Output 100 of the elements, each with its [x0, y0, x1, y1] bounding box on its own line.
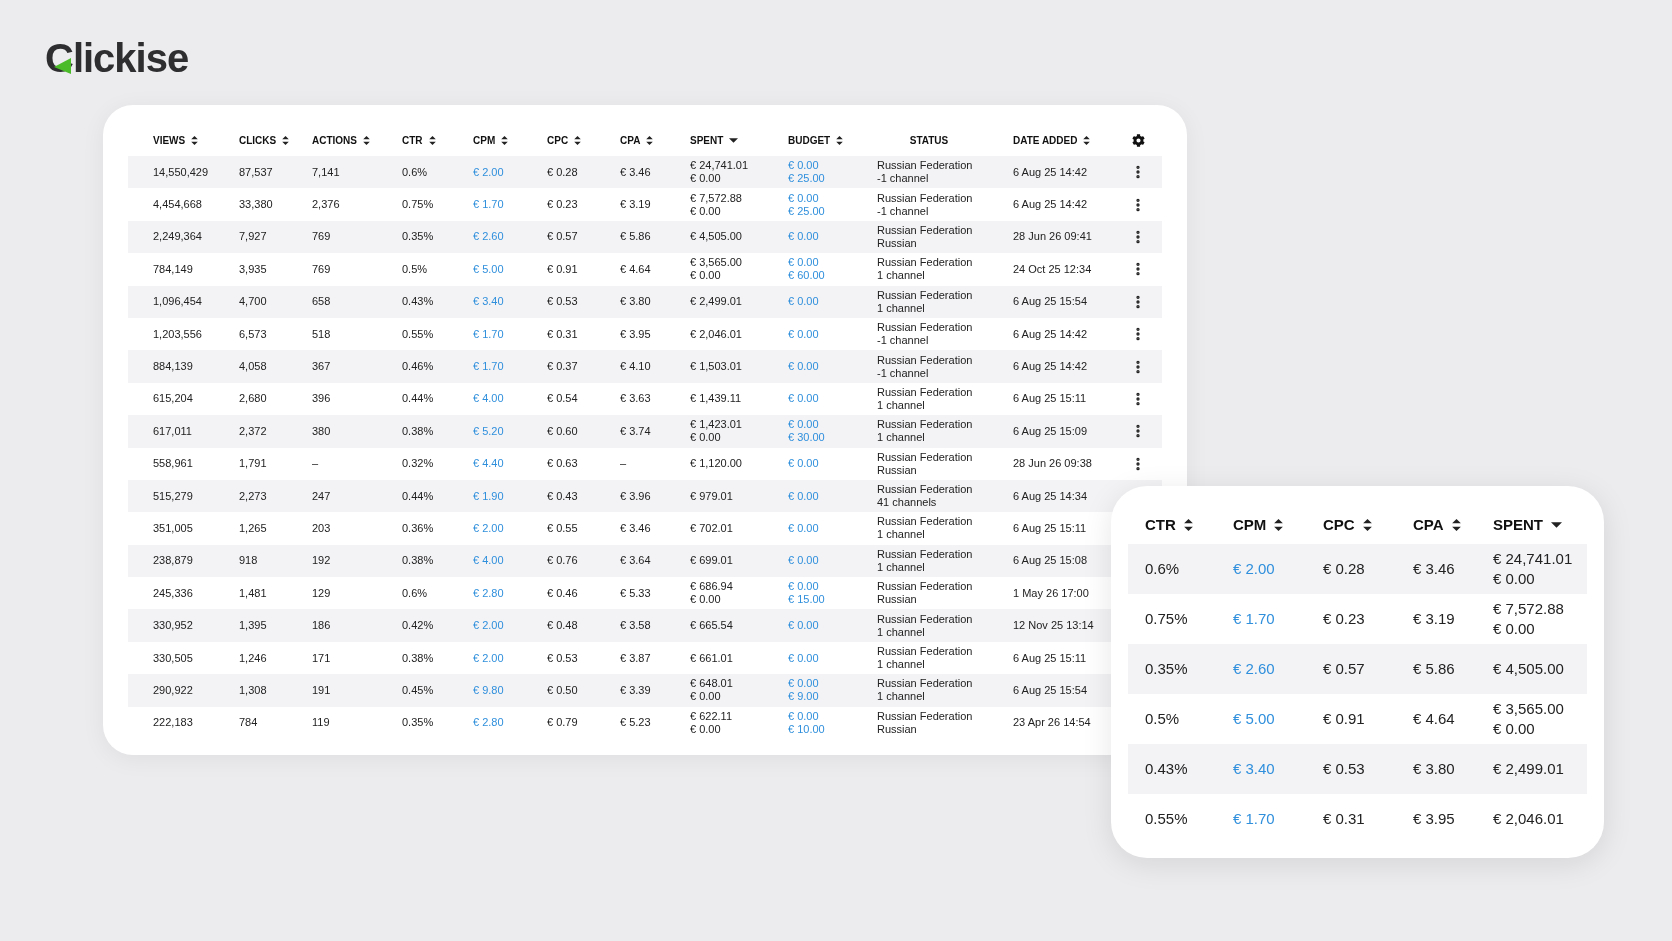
cell-text: € 2.60: [473, 230, 505, 244]
column-header[interactable]: CLICKS: [239, 133, 290, 148]
cell-text: 518: [312, 327, 332, 341]
column-header[interactable]: STATUS: [909, 133, 949, 148]
cell-text: € 1.90: [473, 489, 505, 503]
column-header[interactable]: DATE ADDED: [1013, 133, 1091, 148]
cell-text: -1 channel: [877, 334, 930, 348]
column-header[interactable]: VIEWS: [153, 133, 199, 148]
cell-text: 6 Aug 25 14:42: [1013, 360, 1088, 374]
cell-text: € 0.00: [788, 327, 820, 341]
column-header[interactable]: CPC: [547, 133, 582, 148]
cell-text: € 661.01: [690, 651, 734, 665]
cell-text: € 9.80: [473, 683, 505, 697]
cell-text: Russian Federation: [877, 288, 974, 302]
cell-text: € 7,572.88: [690, 191, 743, 205]
cell-text: € 0.00: [788, 295, 820, 309]
cell-text: € 1.70: [1233, 609, 1276, 629]
cell-text: 1,203,556: [153, 327, 203, 341]
column-header[interactable]: CTR: [402, 133, 436, 148]
cell-text: € 24,741.01: [1493, 549, 1574, 569]
cell-text: € 648.01: [690, 677, 734, 691]
cell-text: 658: [312, 295, 332, 309]
cell-text: 884,139: [153, 360, 194, 374]
cell-text: € 3.87: [620, 651, 652, 665]
column-header[interactable]: BUDGET: [788, 133, 844, 148]
cell-text: -1 channel: [877, 204, 930, 218]
cell-text: Russian Federation: [877, 612, 974, 626]
cell-text: 617,011: [153, 424, 193, 438]
cell-text: 4,454,668: [153, 198, 203, 212]
cell-text: -1 channel: [877, 172, 930, 186]
cell-text: 1,246: [239, 651, 268, 665]
column-header[interactable]: CPM: [473, 133, 509, 148]
cell-text: 1 channel: [877, 690, 926, 704]
cell-text: Russian Federation: [877, 385, 974, 399]
cell-text: € 5.86: [1413, 659, 1456, 679]
cell-text: € 686.94: [690, 580, 734, 594]
cell-text: € 702.01: [690, 522, 734, 535]
cell-text: € 0.00: [690, 722, 722, 736]
cell-text: € 0.60: [547, 424, 579, 438]
cell-text: 6,573: [239, 327, 268, 341]
cell-text: € 4.64: [620, 262, 652, 276]
cell-text: € 1.70: [473, 198, 505, 212]
cell-text: 6 Aug 25 15:54: [1013, 683, 1088, 697]
cell-text: 769: [312, 230, 332, 244]
column-header[interactable]: CPA: [1413, 513, 1461, 537]
cell-text: € 0.53: [547, 651, 579, 665]
cell-text: Russian: [877, 236, 918, 250]
cell-text: 191: [312, 683, 332, 697]
cell-text: € 0.00: [788, 522, 820, 535]
cell-text: € 4.40: [473, 457, 505, 471]
cell-text: € 25.00: [788, 204, 826, 218]
cell-text: € 2.00: [473, 651, 505, 665]
cell-text: 6 Aug 25 14:34: [1013, 489, 1088, 503]
column-header[interactable]: SPENT: [1493, 513, 1562, 537]
cell-text: 0.55%: [402, 327, 435, 341]
cell-text: Russian Federation: [877, 580, 974, 594]
cell-text: 0.5%: [402, 262, 429, 276]
cell-text: € 2.80: [473, 716, 505, 730]
cell-text: € 1,423.01: [690, 418, 743, 432]
column-header[interactable]: CPM: [1233, 513, 1284, 537]
cell-text: Russian Federation: [877, 483, 974, 497]
cell-text: 0.44%: [402, 489, 435, 503]
cell-text: € 15.00: [788, 593, 826, 607]
column-header[interactable]: ACTIONS: [312, 133, 370, 148]
sort-icon: [1362, 519, 1372, 531]
cell-text: € 1,439.11: [690, 392, 743, 406]
cell-text: 245,336: [153, 586, 194, 600]
cell-text: 396: [312, 392, 332, 406]
settings-icon[interactable]: [1132, 134, 1145, 147]
cell-text: 1 May 26 17:00: [1013, 586, 1090, 600]
column-header[interactable]: CPC: [1323, 513, 1372, 537]
cell-text: € 622.11: [690, 709, 733, 723]
cell-text: € 3.95: [1413, 809, 1456, 829]
cell-text: € 1.70: [473, 327, 505, 341]
cell-text: Russian Federation: [877, 677, 974, 691]
cell-text: € 30.00: [788, 431, 826, 445]
cell-text: € 4.00: [473, 392, 505, 406]
cell-text: € 5.00: [1233, 709, 1276, 729]
cell-text: € 4.00: [473, 554, 505, 568]
cell-text: € 0.00: [788, 230, 820, 244]
cell-text: 0.45%: [402, 683, 435, 697]
cell-text: € 0.50: [547, 683, 579, 697]
cell-text: Russian Federation: [877, 223, 974, 237]
cell-text: € 3.40: [1233, 759, 1276, 779]
cell-text: 171: [312, 651, 332, 665]
cell-text: € 3,565.00: [690, 256, 743, 270]
cell-text: € 3,565.00: [1493, 699, 1565, 719]
cell-text: € 979.01: [690, 489, 734, 503]
column-header[interactable]: SPENT: [690, 133, 739, 148]
cell-text: € 5.33: [620, 586, 652, 600]
cell-text: –: [312, 457, 320, 471]
cell-text: 0.43%: [1145, 759, 1189, 779]
cell-text: Russian Federation: [877, 191, 974, 205]
column-header[interactable]: CPA: [620, 133, 654, 148]
cell-text: € 3.39: [620, 683, 652, 697]
cell-text: € 0.00: [788, 580, 820, 594]
cell-text: Russian Federation: [877, 515, 974, 529]
column-header[interactable]: CTR: [1145, 513, 1193, 537]
cell-text: € 2.00: [473, 522, 505, 535]
cell-text: 87,537: [239, 165, 274, 179]
